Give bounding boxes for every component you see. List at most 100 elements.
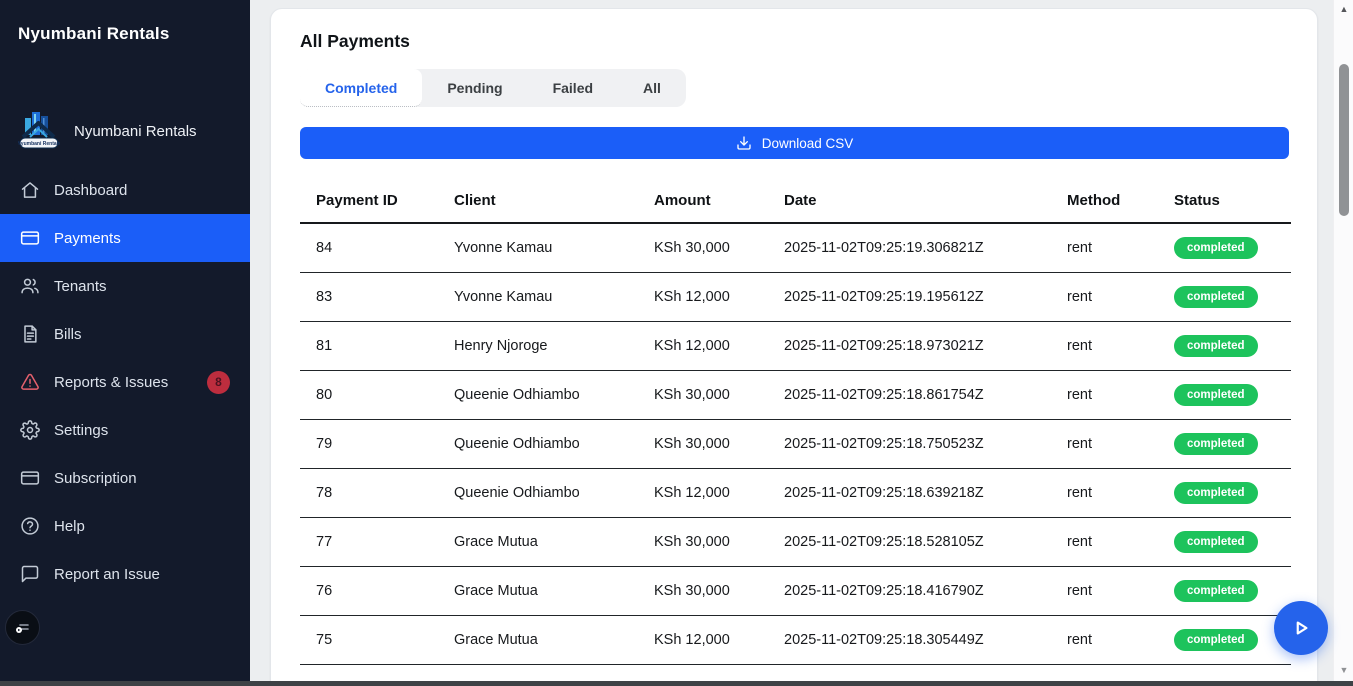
sidebar-item-label: Help bbox=[54, 518, 85, 535]
sidebar-item-label: Payments bbox=[54, 230, 121, 247]
sidebar-collapse-button[interactable] bbox=[5, 610, 40, 645]
amount-cell: KSh 30,000 bbox=[654, 517, 784, 566]
status-badge: completed bbox=[1174, 237, 1258, 259]
credit-card-icon bbox=[20, 468, 40, 488]
sidebar-item-label: Subscription bbox=[54, 470, 137, 487]
message-square-icon bbox=[20, 564, 40, 584]
status-badge: completed bbox=[1174, 335, 1258, 357]
client-cell: Henry Njoroge bbox=[454, 321, 654, 370]
table-header-row: Payment ID Client Amount Date Method Sta… bbox=[300, 179, 1291, 223]
method-cell: rent bbox=[1067, 566, 1174, 615]
payment-id-cell: 83 bbox=[300, 272, 454, 321]
sidebar-item-settings[interactable]: Settings bbox=[0, 406, 250, 454]
status-badge: completed bbox=[1174, 531, 1258, 553]
table-row: 80 Queenie Odhiambo KSh 30,000 2025-11-0… bbox=[300, 370, 1291, 419]
download-csv-label: Download CSV bbox=[762, 136, 854, 151]
page-title: All Payments bbox=[300, 31, 1289, 52]
help-circle-icon bbox=[20, 516, 40, 536]
scroll-down-arrow-icon[interactable]: ▼ bbox=[1334, 665, 1353, 675]
date-cell: 2025-11-02T09:25:18.750523Z bbox=[784, 419, 1067, 468]
amount-cell: KSh 12,000 bbox=[654, 272, 784, 321]
brand-label: Nyumbani Rentals bbox=[74, 123, 197, 140]
column-header-payment-id: Payment ID bbox=[300, 179, 454, 223]
status-badge: completed bbox=[1174, 482, 1258, 504]
client-cell: Queenie Odhiambo bbox=[454, 468, 654, 517]
play-icon bbox=[1288, 615, 1314, 641]
date-cell: 2025-11-02T09:25:19.306821Z bbox=[784, 223, 1067, 272]
amount-cell: KSh 30,000 bbox=[654, 566, 784, 615]
sidebar-item-help[interactable]: Help bbox=[0, 502, 250, 550]
client-cell: Grace Mutua bbox=[454, 615, 654, 664]
status-badge: completed bbox=[1174, 629, 1258, 651]
vertical-scrollbar[interactable]: ▲ ▼ bbox=[1333, 0, 1353, 681]
sidebar-item-label: Tenants bbox=[54, 278, 107, 295]
method-cell: rent bbox=[1067, 468, 1174, 517]
date-cell: 2025-11-02T09:25:18.639218Z bbox=[784, 468, 1067, 517]
status-badge: completed bbox=[1174, 286, 1258, 308]
payment-id-cell: 84 bbox=[300, 223, 454, 272]
status-badge: completed bbox=[1174, 384, 1258, 406]
column-header-status: Status bbox=[1174, 179, 1291, 223]
issues-count-badge: 8 bbox=[207, 371, 230, 394]
method-cell: rent bbox=[1067, 517, 1174, 566]
document-icon bbox=[20, 324, 40, 344]
payment-id-cell: 81 bbox=[300, 321, 454, 370]
download-csv-button[interactable]: Download CSV bbox=[300, 127, 1289, 159]
sidebar-nav: Dashboard Payments Tenants Bills Reports bbox=[0, 166, 250, 598]
vertical-scrollbar-thumb[interactable] bbox=[1339, 64, 1349, 216]
users-icon bbox=[20, 276, 40, 296]
sidebar-title: Nyumbani Rentals bbox=[0, 0, 250, 44]
date-cell: 2025-11-02T09:25:19.195612Z bbox=[784, 272, 1067, 321]
horizontal-scrollbar[interactable] bbox=[0, 681, 1353, 686]
amount-cell: KSh 30,000 bbox=[654, 370, 784, 419]
scroll-up-arrow-icon[interactable]: ▲ bbox=[1334, 4, 1353, 14]
method-cell: rent bbox=[1067, 321, 1174, 370]
chat-fab-button[interactable] bbox=[1274, 601, 1328, 655]
payment-id-cell: 75 bbox=[300, 615, 454, 664]
payment-id-cell: 77 bbox=[300, 517, 454, 566]
sidebar-item-reports-issues[interactable]: Reports & Issues 8 bbox=[0, 358, 250, 406]
sidebar-item-label: Settings bbox=[54, 422, 108, 439]
alert-triangle-icon bbox=[20, 372, 40, 392]
method-cell: rent bbox=[1067, 419, 1174, 468]
client-cell: Yvonne Kamau bbox=[454, 223, 654, 272]
logo-caption-text: Nyumbani Rentals bbox=[18, 141, 60, 147]
status-filter-tabs: Completed Pending Failed All bbox=[300, 69, 686, 107]
date-cell: 2025-11-02T09:25:18.416790Z bbox=[784, 566, 1067, 615]
payments-page: All Payments Completed Pending Failed Al… bbox=[270, 8, 1318, 686]
column-header-amount: Amount bbox=[654, 179, 784, 223]
date-cell: 2025-11-02T09:25:18.528105Z bbox=[784, 517, 1067, 566]
sidebar-item-bills[interactable]: Bills bbox=[0, 310, 250, 358]
table-row: 78 Queenie Odhiambo KSh 12,000 2025-11-0… bbox=[300, 468, 1291, 517]
collapse-menu-icon bbox=[14, 619, 32, 637]
table-row: 75 Grace Mutua KSh 12,000 2025-11-02T09:… bbox=[300, 615, 1291, 664]
date-cell: 2025-11-02T09:25:18.861754Z bbox=[784, 370, 1067, 419]
sidebar-item-report-issue[interactable]: Report an Issue bbox=[0, 550, 250, 598]
column-header-method: Method bbox=[1067, 179, 1174, 223]
table-row: 84 Yvonne Kamau KSh 30,000 2025-11-02T09… bbox=[300, 223, 1291, 272]
credit-card-icon bbox=[20, 228, 40, 248]
tab-pending[interactable]: Pending bbox=[422, 69, 527, 107]
sidebar: Nyumbani Rentals Nyumbani Rentals Nyumba… bbox=[0, 0, 250, 686]
date-cell: 2025-11-02T09:25:18.305449Z bbox=[784, 615, 1067, 664]
table-row: 79 Queenie Odhiambo KSh 30,000 2025-11-0… bbox=[300, 419, 1291, 468]
tab-completed[interactable]: Completed bbox=[300, 69, 422, 107]
sidebar-item-subscription[interactable]: Subscription bbox=[0, 454, 250, 502]
amount-cell: KSh 30,000 bbox=[654, 419, 784, 468]
payment-id-cell: 79 bbox=[300, 419, 454, 468]
sidebar-item-dashboard[interactable]: Dashboard bbox=[0, 166, 250, 214]
date-cell: 2025-11-02T09:25:18.973021Z bbox=[784, 321, 1067, 370]
sidebar-item-label: Reports & Issues bbox=[54, 374, 168, 391]
table-row: 83 Yvonne Kamau KSh 12,000 2025-11-02T09… bbox=[300, 272, 1291, 321]
sidebar-item-tenants[interactable]: Tenants bbox=[0, 262, 250, 310]
sidebar-item-label: Report an Issue bbox=[54, 566, 160, 583]
amount-cell: KSh 12,000 bbox=[654, 468, 784, 517]
sidebar-item-payments[interactable]: Payments bbox=[0, 214, 250, 262]
amount-cell: KSh 30,000 bbox=[654, 223, 784, 272]
gear-icon bbox=[20, 420, 40, 440]
method-cell: rent bbox=[1067, 615, 1174, 664]
status-badge: completed bbox=[1174, 580, 1258, 602]
method-cell: rent bbox=[1067, 223, 1174, 272]
tab-failed[interactable]: Failed bbox=[528, 69, 618, 107]
tab-all[interactable]: All bbox=[618, 69, 686, 107]
